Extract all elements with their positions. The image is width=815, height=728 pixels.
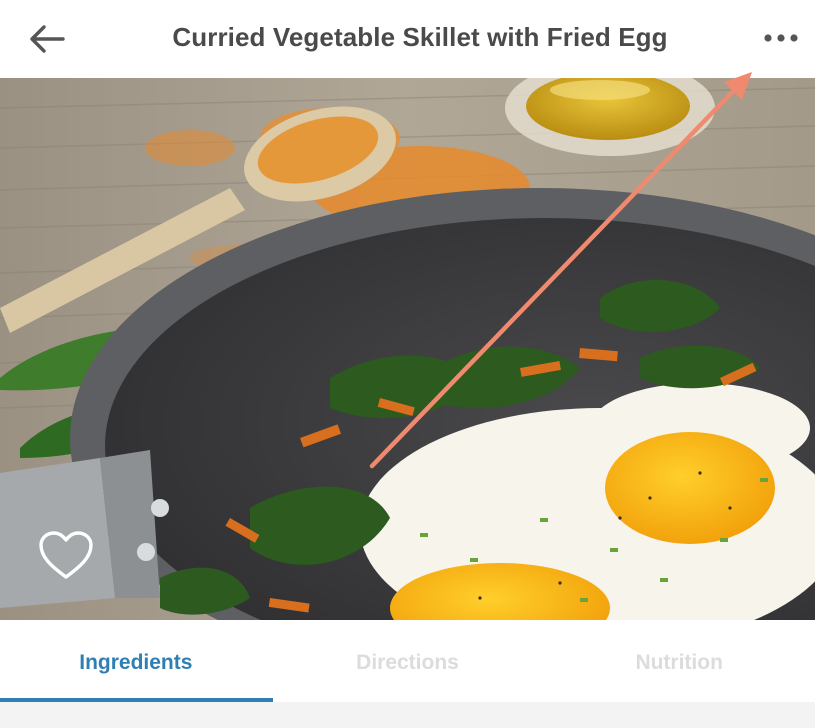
tab-nutrition[interactable]: Nutrition <box>543 620 815 702</box>
recipe-screen: Curried Vegetable Skillet with Fried Egg <box>0 0 815 728</box>
recipe-photo <box>0 78 815 620</box>
back-button[interactable] <box>22 17 72 61</box>
heart-outline-icon <box>39 531 93 579</box>
tab-ingredients[interactable]: Ingredients <box>0 620 273 702</box>
favorite-button[interactable] <box>36 527 96 583</box>
tab-directions-label: Directions <box>356 651 459 674</box>
more-horizontal-icon <box>764 34 798 42</box>
more-options-button[interactable] <box>757 16 805 60</box>
tab-ingredients-label: Ingredients <box>79 651 193 674</box>
skillet-photo <box>0 78 815 620</box>
app-bar: Curried Vegetable Skillet with Fried Egg <box>0 0 815 78</box>
recipe-tabs: Ingredients Directions Nutrition <box>0 620 815 702</box>
content-area-top <box>0 702 815 728</box>
arrow-left-icon <box>30 25 65 53</box>
tab-directions[interactable]: Directions <box>272 620 544 702</box>
page-title: Curried Vegetable Skillet with Fried Egg <box>172 22 668 52</box>
tab-nutrition-label: Nutrition <box>635 651 723 674</box>
